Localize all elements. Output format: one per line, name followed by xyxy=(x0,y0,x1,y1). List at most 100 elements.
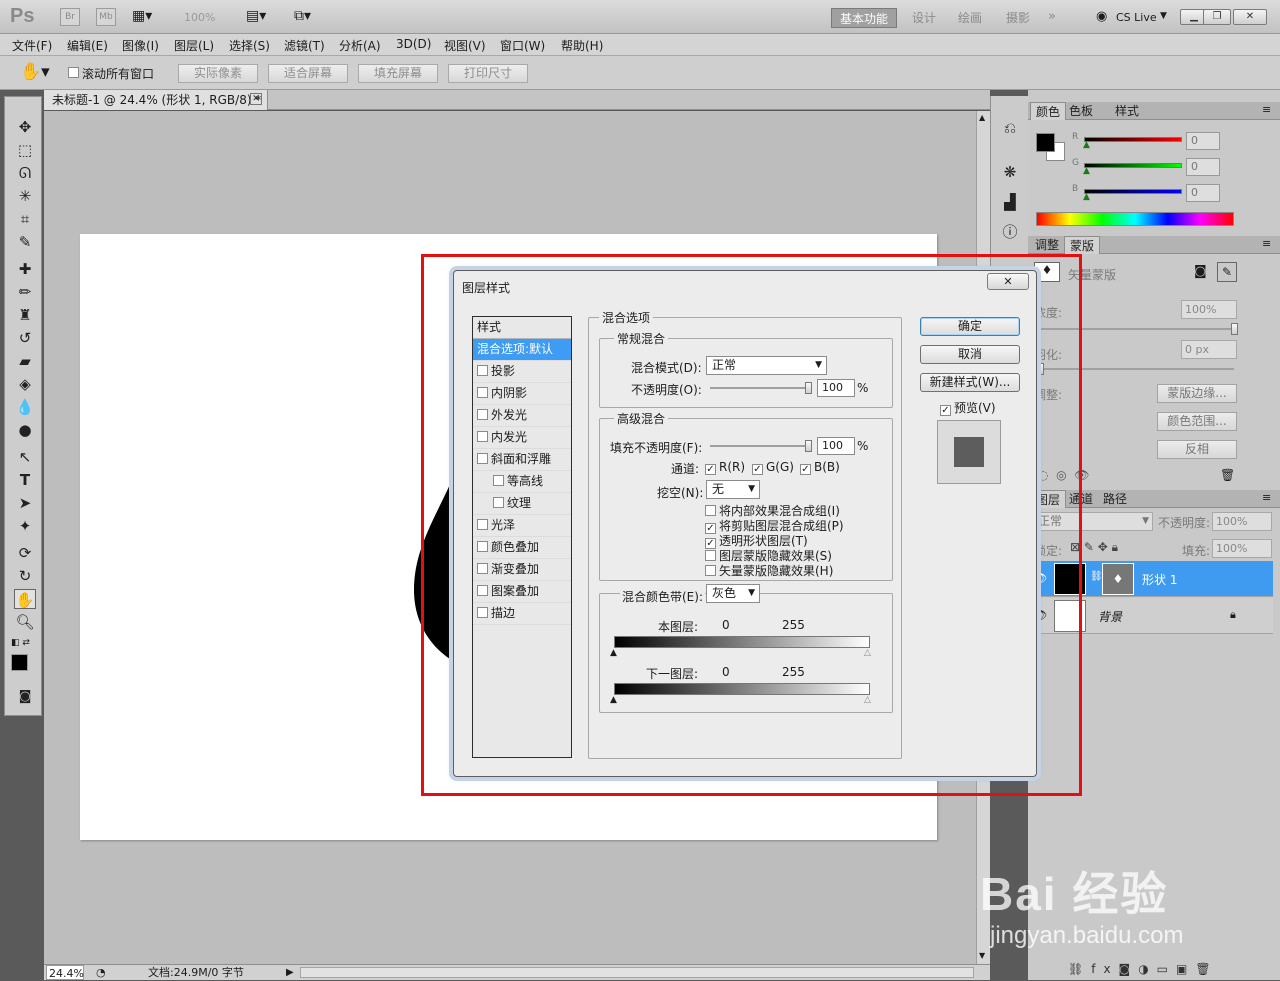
style-checkbox[interactable] xyxy=(477,519,488,530)
print-size-button[interactable]: 打印尺寸 xyxy=(448,64,528,83)
invert-button[interactable]: 反相 xyxy=(1157,440,1237,459)
advanced-option-checkbox[interactable]: 矢量蒙版隐藏效果(H) xyxy=(705,562,833,579)
color-spectrum-bar[interactable] xyxy=(1036,212,1234,226)
style-checkbox[interactable] xyxy=(493,497,504,508)
screen-mode-icon[interactable]: ⧉▾ xyxy=(294,8,311,24)
style-checkbox[interactable] xyxy=(477,585,488,596)
menu-analysis[interactable]: 分析(A) xyxy=(339,37,381,54)
menu-file[interactable]: 文件(F) xyxy=(12,37,52,54)
actual-pixels-button[interactable]: 实际像素 xyxy=(178,64,258,83)
history-brush-tool-icon[interactable]: ↺ xyxy=(14,328,36,348)
layers-panel-menu-icon[interactable]: ≡ xyxy=(1262,491,1271,504)
fill-opacity-slider[interactable] xyxy=(710,440,812,452)
channel-b-checkbox[interactable]: ✓ B(B) xyxy=(800,460,840,475)
opacity-slider[interactable] xyxy=(710,382,812,394)
cs-live-menu[interactable]: CS Live xyxy=(1116,11,1157,24)
view-extras-icon[interactable]: ▦▾ xyxy=(132,8,152,24)
style-checkbox[interactable] xyxy=(477,431,488,442)
horizontal-scrollbar[interactable] xyxy=(300,967,974,978)
opacity-input[interactable]: 100 xyxy=(817,379,855,397)
restore-button[interactable]: ❐ xyxy=(1203,9,1231,25)
style-checkbox[interactable] xyxy=(477,563,488,574)
move-tool-icon[interactable]: ✥ xyxy=(14,117,36,137)
underlying-layer-gradient[interactable] xyxy=(614,683,870,695)
zoom-level[interactable]: 100% xyxy=(184,11,215,24)
workspace-essentials[interactable]: 基本功能 xyxy=(831,8,898,28)
ok-button[interactable]: 确定 xyxy=(920,317,1020,336)
history-panel-icon[interactable]: ⎌ xyxy=(1000,118,1020,138)
bridge-button[interactable]: Br xyxy=(60,8,80,26)
magic-wand-tool-icon[interactable]: ✳ xyxy=(14,186,36,206)
channel-slider[interactable] xyxy=(1084,189,1182,194)
channel-slider[interactable] xyxy=(1084,163,1182,168)
slider-handle-icon[interactable]: ▲ xyxy=(1083,166,1090,176)
info-panel-icon[interactable]: ⓘ xyxy=(1000,222,1020,242)
style-item[interactable]: 描边 xyxy=(473,603,571,625)
slider-handle-icon[interactable]: ▲ xyxy=(1083,192,1090,202)
hand-tool-icon[interactable]: ✋ xyxy=(14,589,36,609)
eraser-tool-icon[interactable]: ▰ xyxy=(14,351,36,371)
mask-edge-button[interactable]: 蒙版边缘... xyxy=(1157,384,1237,403)
style-item[interactable]: 渐变叠加 xyxy=(473,559,571,581)
document-tab[interactable]: 未标题-1 @ 24.4% (形状 1, RGB/8) * ✕ xyxy=(44,90,268,110)
menu-view[interactable]: 视图(V) xyxy=(444,37,486,54)
style-item[interactable]: 投影 xyxy=(473,361,571,383)
path-selection-tool-icon[interactable]: ↖ xyxy=(14,447,36,467)
mini-bridge-button[interactable]: Mb xyxy=(96,8,116,26)
workspace-design[interactable]: 设计 xyxy=(904,8,944,28)
quick-mask-icon[interactable]: ◙ xyxy=(14,687,36,707)
dialog-close-button[interactable]: ✕ xyxy=(987,273,1029,290)
marquee-tool-icon[interactable]: ⬚ xyxy=(14,140,36,160)
3d-orbit-tool-icon[interactable]: ↻ xyxy=(14,566,36,586)
style-checkbox[interactable] xyxy=(477,387,488,398)
channel-value-field[interactable]: 0 xyxy=(1186,158,1220,176)
tab-masks[interactable]: 蒙版 xyxy=(1064,236,1101,254)
status-zoom[interactable]: 24.4% xyxy=(46,965,84,980)
style-item[interactable]: 光泽 xyxy=(473,515,571,537)
menu-filter[interactable]: 滤镜(T) xyxy=(284,37,325,54)
color-range-button[interactable]: 颜色范围... xyxy=(1157,412,1237,431)
style-item[interactable]: 内阴影 xyxy=(473,383,571,405)
select-pixel-mask-icon[interactable]: ◙ xyxy=(1194,264,1207,279)
style-checkbox[interactable] xyxy=(477,365,488,376)
foreground-color-swatch[interactable] xyxy=(11,654,28,671)
feather-field[interactable]: 0 px xyxy=(1181,340,1237,359)
menu-image[interactable]: 图像(I) xyxy=(122,37,159,54)
healing-brush-tool-icon[interactable]: ✚ xyxy=(14,259,36,279)
fill-opacity-input[interactable]: 100 xyxy=(817,437,855,455)
hand-tool-preset-icon[interactable]: ✋▾ xyxy=(20,62,50,82)
status-menu-icon[interactable]: ▶ xyxy=(286,965,294,980)
tab-swatches[interactable]: 色板 xyxy=(1064,102,1098,120)
new-style-button[interactable]: 新建样式(W)... xyxy=(920,373,1020,392)
custom-shape-tool-icon[interactable]: ✦ xyxy=(14,516,36,536)
mask-panel-menu-icon[interactable]: ≡ xyxy=(1262,237,1271,250)
close-window-button[interactable]: ✕ xyxy=(1233,9,1267,25)
knockout-select[interactable]: 无 ▼ xyxy=(706,480,760,499)
eyedropper-tool-icon[interactable]: ✎ xyxy=(14,232,36,252)
slider-handle-icon[interactable]: ▲ xyxy=(1083,140,1090,150)
direct-selection-tool-icon[interactable]: ➤ xyxy=(14,493,36,513)
menu-edit[interactable]: 编辑(E) xyxy=(67,37,108,54)
style-checkbox[interactable] xyxy=(477,541,488,552)
this-layer-white-handle[interactable]: △ xyxy=(864,648,871,658)
style-checkbox[interactable] xyxy=(493,475,504,486)
style-item[interactable]: 等高线 xyxy=(473,471,571,493)
dodge-tool-icon[interactable]: ● xyxy=(14,420,36,440)
select-vector-mask-icon[interactable]: ✎ xyxy=(1217,262,1237,282)
scroll-all-windows-checkbox[interactable] xyxy=(68,66,82,80)
channel-slider[interactable] xyxy=(1084,137,1182,142)
lasso-tool-icon[interactable]: ᘏ xyxy=(14,163,36,183)
style-item[interactable]: 斜面和浮雕 xyxy=(473,449,571,471)
layer-opacity-field[interactable]: 100% xyxy=(1212,512,1272,531)
this-layer-gradient[interactable] xyxy=(614,636,870,648)
default-colors-icon[interactable]: ◧ ⇄ xyxy=(11,638,30,648)
style-item[interactable]: 颜色叠加 xyxy=(473,537,571,559)
menu-select[interactable]: 选择(S) xyxy=(229,37,270,54)
blend-if-select[interactable]: 灰色 ▼ xyxy=(706,584,760,603)
channel-value-field[interactable]: 0 xyxy=(1186,132,1220,150)
arrange-documents-icon[interactable]: ▤▾ xyxy=(246,8,266,24)
menu-window[interactable]: 窗口(W) xyxy=(500,37,545,54)
workspace-painting[interactable]: 绘画 xyxy=(950,8,990,28)
channel-r-checkbox[interactable]: ✓ R(R) xyxy=(705,460,745,475)
tab-color[interactable]: 颜色 xyxy=(1030,102,1067,120)
